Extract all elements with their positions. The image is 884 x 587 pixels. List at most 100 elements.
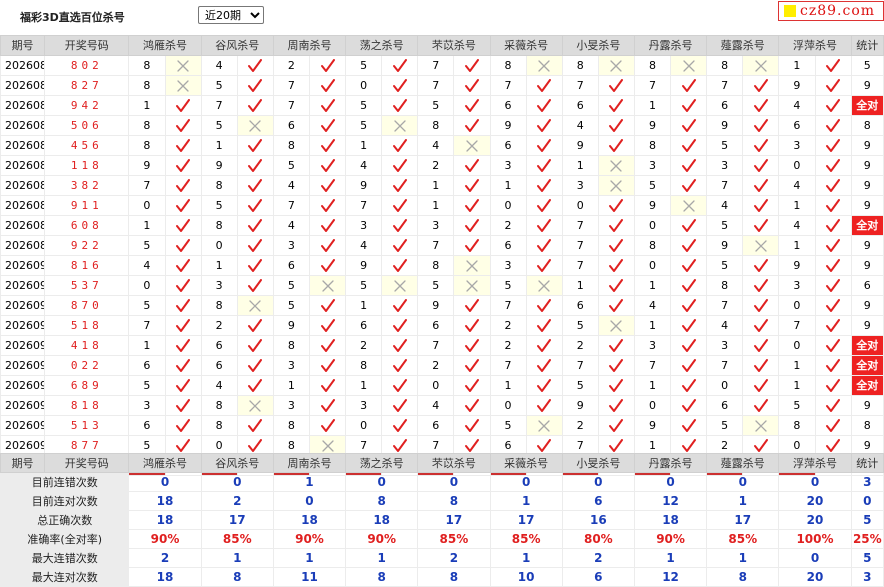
kill-digit: 2: [489, 335, 527, 356]
result-correct: [525, 295, 563, 316]
result-correct: [164, 415, 202, 436]
result-correct: [670, 375, 708, 396]
kill-digit: 3: [489, 155, 527, 176]
kill-digit: 0: [128, 275, 166, 296]
stats-value: 18: [272, 510, 347, 530]
cross-icon: [682, 59, 695, 72]
kill-digit: 5: [272, 155, 310, 176]
kill-digit: 4: [778, 175, 816, 196]
kill-digit: 5: [200, 115, 238, 136]
kill-digit: 4: [200, 55, 238, 76]
period-select[interactable]: 近20期: [198, 6, 264, 24]
check-icon: [609, 78, 624, 92]
result-correct: [525, 315, 563, 336]
kill-digit: 8: [345, 355, 383, 376]
check-icon: [320, 158, 335, 172]
check-icon: [464, 238, 479, 252]
result-correct: [308, 235, 347, 256]
result-wrong: [381, 275, 419, 296]
check-icon: [753, 138, 768, 152]
result-correct: [236, 255, 274, 276]
kill-digit: 8: [633, 55, 672, 76]
stats-value: 85%: [489, 529, 563, 549]
kill-digit: 5: [345, 275, 383, 296]
kill-digit: 4: [345, 155, 383, 176]
check-icon: [826, 158, 841, 172]
kill-digit: 0: [778, 295, 816, 316]
result-correct: [453, 375, 491, 396]
kill-digit: 9: [561, 395, 599, 416]
kill-digit: 4: [778, 95, 816, 116]
result-correct: [597, 135, 635, 156]
kill-digit: 5: [489, 415, 527, 436]
result-correct: [525, 375, 563, 396]
header-expert: 小旻杀号: [561, 35, 635, 56]
check-icon: [464, 98, 479, 112]
kill-digit: 9: [489, 115, 527, 136]
kill-digit: 8: [128, 55, 166, 76]
result-correct: [236, 215, 274, 236]
kill-digit: 2: [489, 215, 527, 236]
check-icon: [392, 438, 407, 452]
kill-digit: 9: [128, 155, 166, 176]
result-correct: [381, 95, 419, 116]
kill-digit: 4: [272, 175, 310, 196]
kill-digit: 7: [272, 75, 310, 96]
kill-digit: 1: [128, 215, 166, 236]
draw-number: 911: [44, 195, 130, 216]
result-wrong: [525, 55, 563, 76]
check-icon: [537, 178, 552, 192]
result-correct: [308, 335, 347, 356]
kill-digit: 0: [345, 75, 383, 96]
check-icon: [609, 418, 624, 432]
result-wrong: [670, 55, 708, 76]
result-wrong: [597, 55, 635, 76]
check-icon: [176, 178, 191, 192]
kill-digit: 7: [417, 235, 455, 256]
stats-value: 8: [345, 491, 419, 511]
result-correct: [670, 115, 708, 136]
kill-digit: 3: [489, 255, 527, 276]
stats-value: 18: [128, 510, 202, 530]
result-correct: [670, 255, 708, 276]
check-icon: [392, 258, 407, 272]
kill-digit: 1: [489, 375, 527, 396]
check-icon: [320, 198, 335, 212]
kill-digit: 9: [633, 195, 672, 216]
kill-digit: 0: [128, 195, 166, 216]
result-correct: [236, 315, 274, 336]
check-icon: [537, 118, 552, 132]
table-row: 20260818278 5 7 0 7 7 7 7 7 9 9: [0, 75, 884, 96]
result-correct: [814, 95, 852, 116]
result-correct: [814, 415, 852, 436]
kill-digit: 2: [200, 315, 238, 336]
check-icon: [537, 398, 552, 412]
kill-digit: 6: [272, 255, 310, 276]
check-icon: [320, 238, 335, 252]
check-icon: [248, 358, 263, 372]
stats-value: 2: [200, 491, 274, 511]
kill-digit: 6: [345, 315, 383, 336]
row-stat: 全对: [850, 335, 884, 356]
kill-digit: 9: [272, 315, 310, 336]
stats-value: 1: [489, 491, 563, 511]
cross-icon: [755, 59, 767, 72]
kill-digit: 1: [561, 155, 599, 176]
table-row: 202609781838334090659: [0, 395, 884, 416]
stats-value: 18: [633, 510, 708, 530]
draw-number: 689: [44, 375, 130, 396]
stats-value: 1: [272, 548, 347, 568]
kill-digit: 5: [345, 95, 383, 116]
issue-number: 2026087: [0, 195, 46, 216]
check-icon: [176, 398, 191, 412]
brand-logo[interactable]: cz89.com: [778, 1, 884, 21]
result-correct: [670, 155, 708, 176]
draw-number: 802: [44, 55, 130, 76]
issue-number: 2026084: [0, 135, 46, 156]
kill-digit: 5: [128, 235, 166, 256]
kill-digit: 8: [489, 55, 527, 76]
result-correct: [164, 155, 202, 176]
header-expert: 鸿雁杀号: [128, 35, 202, 56]
result-correct: [381, 295, 419, 316]
issue-number: 2026088: [0, 215, 46, 236]
